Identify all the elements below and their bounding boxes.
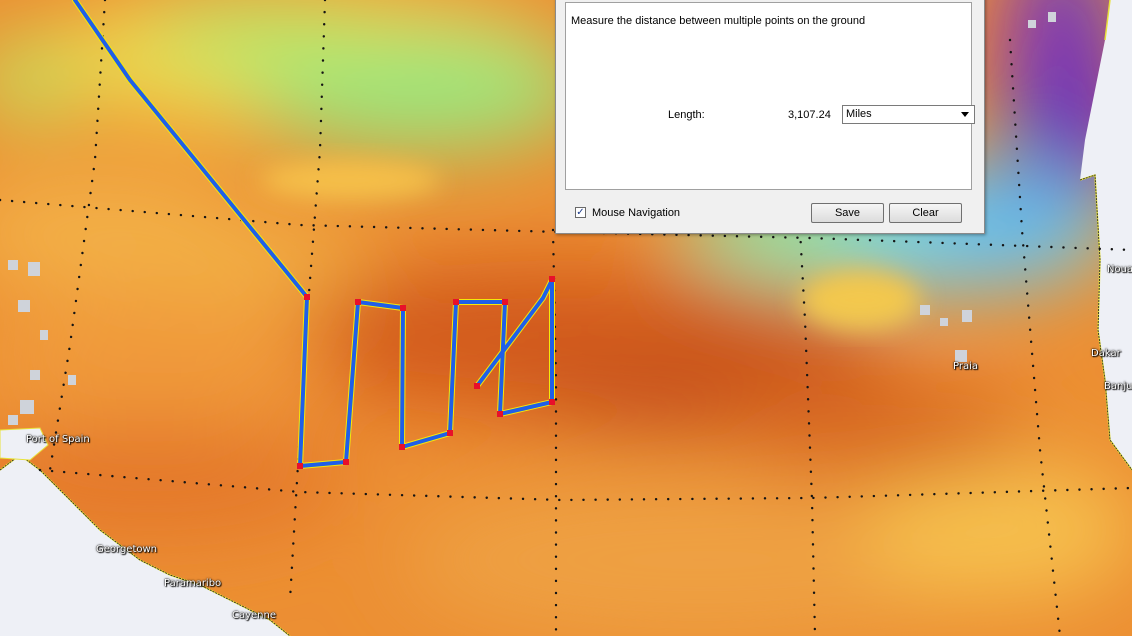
length-value: 3,107.24 (788, 109, 831, 121)
vertex-marker (399, 444, 405, 450)
unit-select-value: Miles (846, 108, 872, 120)
vertex-marker (447, 430, 453, 436)
chevron-down-icon (961, 112, 969, 117)
vertex-marker (400, 305, 406, 311)
vertex-marker (474, 383, 480, 389)
place-label-nouak: Nouak (1107, 264, 1132, 275)
vertex-marker (549, 399, 555, 405)
ruler-description: Measure the distance between multiple po… (571, 15, 866, 27)
length-label: Length: (668, 109, 705, 121)
place-label-cayenne: Cayenne (232, 610, 277, 621)
ruler-panel: Measure the distance between multiple po… (565, 2, 975, 190)
save-button[interactable]: Save (811, 203, 884, 223)
mouse-navigation-label: Mouse Navigation (592, 207, 681, 219)
vertex-marker (304, 294, 310, 300)
vertex-marker (497, 411, 503, 417)
vertex-marker (502, 299, 508, 305)
place-label-paramaribo: Paramaribo (164, 578, 222, 589)
vertex-marker (297, 463, 303, 469)
vertex-marker (549, 276, 555, 282)
clear-button[interactable]: Clear (889, 203, 962, 223)
vertex-marker (453, 299, 459, 305)
place-label-port-of-spain: Port of Spain (26, 434, 90, 445)
unit-select[interactable]: Miles (842, 105, 975, 124)
place-label-banjul: Banju (1104, 381, 1132, 392)
ruler-dialog: Measure the distance between multiple po… (555, 0, 985, 234)
mouse-navigation-checkbox[interactable]: ✓ (575, 207, 586, 218)
vertex-marker (343, 459, 349, 465)
place-label-praia: Praia (953, 361, 978, 372)
place-label-georgetown: Georgetown (96, 544, 158, 555)
vertex-marker (355, 299, 361, 305)
place-label-dakar: Dakar (1091, 348, 1121, 359)
checkmark-icon: ✓ (576, 207, 585, 218)
